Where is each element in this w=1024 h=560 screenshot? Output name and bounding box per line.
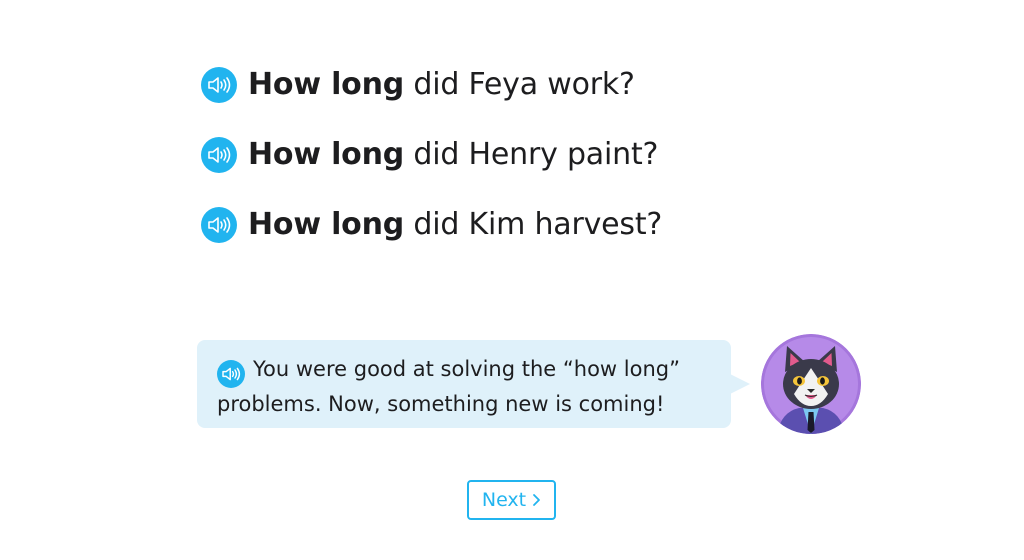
lesson-screen: How long did Feya work? How long did Hen… — [0, 0, 1024, 560]
question-rest: did Henry paint? — [404, 137, 659, 172]
speaker-icon[interactable] — [201, 207, 237, 243]
speaker-icon[interactable] — [201, 137, 237, 173]
speaker-icon[interactable] — [217, 360, 245, 388]
question-text: How long did Henry paint? — [248, 135, 658, 175]
question-row: How long did Henry paint? — [201, 132, 662, 178]
question-bold: How long — [248, 207, 405, 242]
speech-bubble-text: You were good at solving the “how long” … — [217, 357, 680, 416]
chevron-right-icon — [533, 494, 541, 506]
question-bold: How long — [248, 67, 405, 102]
question-rest: did Feya work? — [404, 67, 635, 102]
next-button[interactable]: Next — [467, 480, 556, 520]
question-row: How long did Kim harvest? — [201, 202, 662, 248]
question-rest: did Kim harvest? — [404, 207, 663, 242]
cat-mascot-avatar — [761, 334, 861, 434]
next-button-label: Next — [481, 489, 527, 511]
question-text: How long did Feya work? — [248, 65, 635, 105]
question-bold: How long — [248, 137, 405, 172]
speaker-icon[interactable] — [201, 67, 237, 103]
question-list: How long did Feya work? How long did Hen… — [201, 62, 662, 272]
question-text: How long did Kim harvest? — [248, 205, 662, 245]
question-row: How long did Feya work? — [201, 62, 662, 108]
speech-bubble: You were good at solving the “how long” … — [197, 340, 750, 428]
